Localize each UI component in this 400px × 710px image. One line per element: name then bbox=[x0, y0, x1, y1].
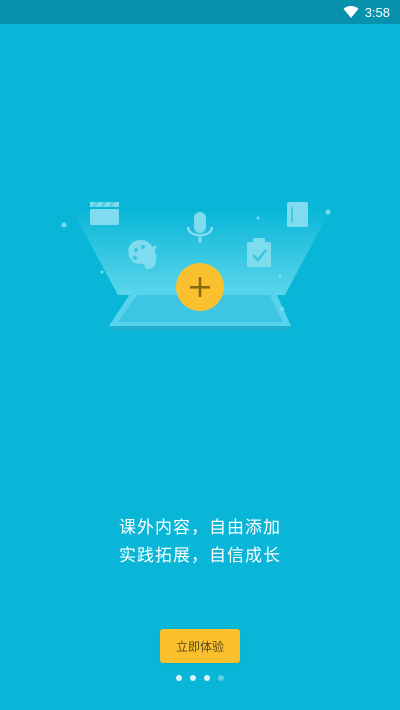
book-icon bbox=[287, 202, 308, 227]
sparkle-dot bbox=[100, 270, 104, 274]
sparkle-dot bbox=[61, 222, 67, 228]
status-bar-right: 3:58 bbox=[343, 0, 390, 24]
page-indicator bbox=[0, 675, 400, 683]
page-dot[interactable] bbox=[176, 675, 182, 681]
clapperboard-icon bbox=[90, 202, 119, 225]
sparkle-dot bbox=[278, 274, 282, 278]
tagline-line-2: 实践拓展，自信成长 bbox=[119, 546, 281, 566]
status-bar: 3:58 bbox=[0, 0, 400, 24]
onboarding-illustration bbox=[40, 180, 360, 350]
page-dot-current[interactable] bbox=[218, 675, 224, 681]
plus-icon bbox=[176, 263, 224, 311]
start-now-button[interactable]: 立即体验 bbox=[160, 629, 240, 663]
tagline-line-1: 课外内容，自由添加 bbox=[119, 518, 281, 538]
clipboard-check-icon bbox=[247, 238, 271, 267]
page-dot[interactable] bbox=[204, 675, 210, 681]
sparkle-dot bbox=[256, 216, 260, 220]
page-dot[interactable] bbox=[190, 675, 196, 681]
sparkle-dot bbox=[325, 209, 331, 215]
wifi-icon bbox=[343, 6, 359, 18]
status-time: 3:58 bbox=[364, 4, 390, 20]
